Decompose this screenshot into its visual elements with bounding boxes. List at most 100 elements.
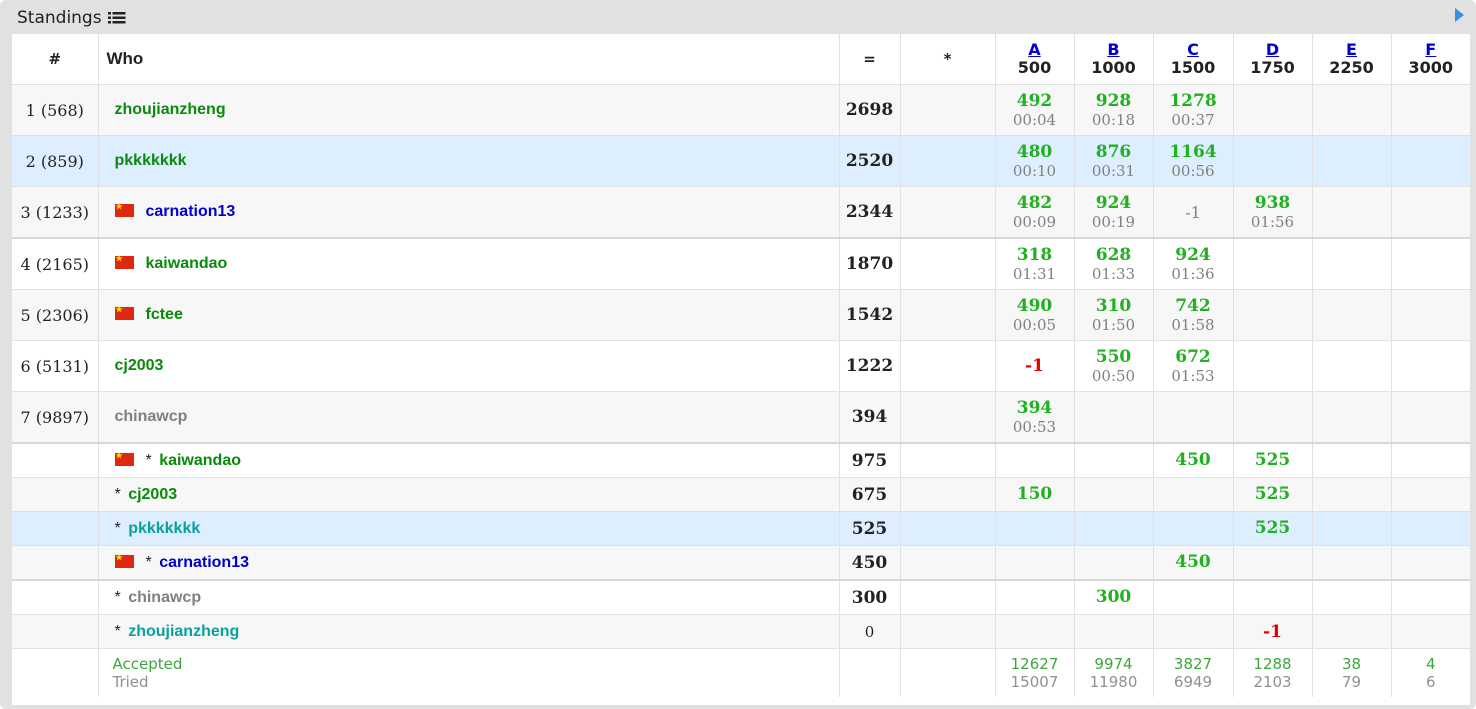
rank-cell (12, 614, 98, 649)
problem-score: 924 (1095, 192, 1132, 213)
problem-score: 492 (1016, 90, 1053, 111)
problem-cell-b (1073, 477, 1153, 512)
problem-cell-f (1390, 238, 1470, 290)
problem-cell-a[interactable]: 482 00:09 (994, 186, 1074, 239)
problem-score: 525 (1254, 450, 1291, 470)
rank-cell: 5 (2306) (12, 289, 98, 341)
problem-score: 482 (1016, 192, 1053, 213)
standings-body: 1 (568) zhoujianzheng 2698 492 00:04 928 00:18… (12, 84, 1470, 649)
summary-penalty-cell (899, 648, 995, 697)
virtual-mark: * (145, 451, 152, 469)
problem-cell-b[interactable]: 550 00:50 (1073, 340, 1153, 392)
problem-score: 318 (1016, 244, 1053, 265)
problem-time: 01:33 (1091, 264, 1136, 283)
participant-handle-link[interactable]: chinawcp (128, 589, 201, 606)
problem-cell-b[interactable]: 876 00:31 (1073, 135, 1153, 187)
tried-count: 6949 (1173, 673, 1213, 691)
participant-handle-link[interactable]: cj2003 (115, 357, 164, 374)
tried-count: 2103 (1253, 673, 1292, 691)
who-cell: * kaiwandao (97, 443, 839, 478)
problem-cell-d (1232, 289, 1312, 341)
problem-link-f[interactable]: F (1392, 41, 1471, 59)
points-cell: 1542 (838, 289, 900, 341)
problem-cell-c[interactable]: 450 (1152, 545, 1233, 581)
participant-handle-link[interactable]: fctee (146, 306, 183, 323)
problem-cell-c[interactable]: 672 01:53 (1152, 340, 1233, 392)
participant-row: 5 (2306) fctee 1542 49000:0531001:5074201:5… (12, 289, 1470, 341)
participant-handle-link[interactable]: carnation13 (146, 203, 236, 220)
points-cell: 525 (838, 511, 900, 546)
problem-cell-b[interactable]: 310 01:50 (1073, 289, 1153, 341)
problem-cell-b[interactable]: 628 01:33 (1073, 238, 1153, 290)
problem-cell-d[interactable]: 525 (1232, 477, 1312, 512)
summary-points-cell (838, 648, 900, 697)
penalty-cell (899, 614, 995, 649)
problem-link-c[interactable]: C (1154, 41, 1233, 59)
problem-cell-c (1152, 391, 1233, 444)
problem-cell-b[interactable]: 924 00:19 (1073, 186, 1153, 239)
problem-cell-c[interactable]: 1278 00:37 (1152, 84, 1233, 136)
problem-link-e[interactable]: E (1313, 41, 1391, 59)
problem-cell-c[interactable]: 450 (1152, 443, 1233, 478)
problem-cell-a[interactable]: -1 (994, 340, 1074, 392)
standings-table-wrap: # Who = * A 500 B 1000 C 1500 D 1750 E 2250 F… (12, 34, 1470, 705)
list-icon[interactable] (107, 10, 126, 26)
problem-cell-c[interactable]: -1 (1152, 186, 1233, 239)
points-header: = (838, 34, 900, 85)
problem-link-d[interactable]: D (1234, 41, 1312, 59)
participant-handle-link[interactable]: zhoujianzheng (128, 623, 239, 640)
problem-time: 01:31 (1012, 264, 1057, 283)
problem-cell-b (1073, 545, 1153, 581)
problem-cell-b[interactable]: 928 00:18 (1073, 84, 1153, 136)
problem-cell-d[interactable]: 938 01:56 (1232, 186, 1312, 239)
problem-cell-c[interactable]: 742 01:58 (1152, 289, 1233, 341)
problem-cell-d[interactable]: 525 (1232, 511, 1312, 546)
rank-cell: 7 (9897) (12, 391, 98, 444)
problem-cell-e (1311, 238, 1391, 290)
problem-cell-b[interactable]: 300 (1073, 580, 1153, 615)
accepted-count: 3827 (1173, 655, 1213, 673)
problem-cell-a[interactable]: 480 00:10 (994, 135, 1074, 187)
problem-cell-f (1390, 289, 1470, 341)
problem-cell-a (994, 443, 1074, 478)
problem-link-a[interactable]: A (996, 41, 1074, 59)
problem-cell-f (1390, 186, 1470, 239)
who-cell: chinawcp (97, 391, 839, 444)
problem-cell-a[interactable]: 150 (994, 477, 1074, 512)
virtual-participant-row: * chinawcp 300 300 (12, 580, 1470, 615)
participant-handle-link[interactable]: kaiwandao (159, 452, 241, 469)
participant-handle-link[interactable]: cj2003 (128, 486, 177, 503)
who-cell: zhoujianzheng (97, 84, 839, 136)
problem-cell-c[interactable]: 1164 00:56 (1152, 135, 1233, 187)
virtual-participant-row: * cj2003 675 150 525 (12, 477, 1470, 512)
problem-cell-a[interactable]: 492 00:04 (994, 84, 1074, 136)
participant-handle-link[interactable]: zhoujianzheng (115, 101, 226, 118)
expand-arrow-icon[interactable] (1454, 8, 1464, 22)
problem-cell-a[interactable]: 490 00:05 (994, 289, 1074, 341)
problem-cell-b (1073, 511, 1153, 546)
problem-cell-c[interactable]: 924 01:36 (1152, 238, 1233, 290)
participant-handle-link[interactable]: carnation13 (159, 554, 249, 571)
participant-handle-link[interactable]: pkkkkkkk (115, 152, 187, 169)
problem-score: 742 (1175, 295, 1211, 316)
problem-cell-a[interactable]: 394 00:53 (994, 391, 1074, 444)
problem-cell-d[interactable]: 525 (1232, 443, 1312, 478)
participant-handle-link[interactable]: chinawcp (115, 408, 188, 425)
problem-time: 00:19 (1091, 212, 1136, 231)
problem-cell-a (994, 614, 1074, 649)
accepted-count: 12627 (1010, 655, 1059, 673)
problem-cell-c (1152, 580, 1233, 615)
summary-label-cell: Accepted Tried (97, 648, 839, 697)
points-cell: 2698 (838, 84, 900, 136)
problem-score: 1278 (1169, 90, 1217, 111)
participant-handle-link[interactable]: pkkkkkkk (128, 520, 200, 537)
problem-cell-a[interactable]: 318 01:31 (994, 238, 1074, 290)
problem-score: 924 (1175, 244, 1211, 265)
problem-link-b[interactable]: B (1075, 41, 1153, 59)
problem-time: 00:53 (1012, 417, 1057, 436)
problem-cell-e (1311, 84, 1391, 136)
who-cell: * pkkkkkkk (97, 511, 839, 546)
problem-cell-d[interactable]: -1 (1232, 614, 1312, 649)
participant-handle-link[interactable]: kaiwandao (146, 255, 228, 272)
problem-cell-e (1311, 545, 1391, 581)
